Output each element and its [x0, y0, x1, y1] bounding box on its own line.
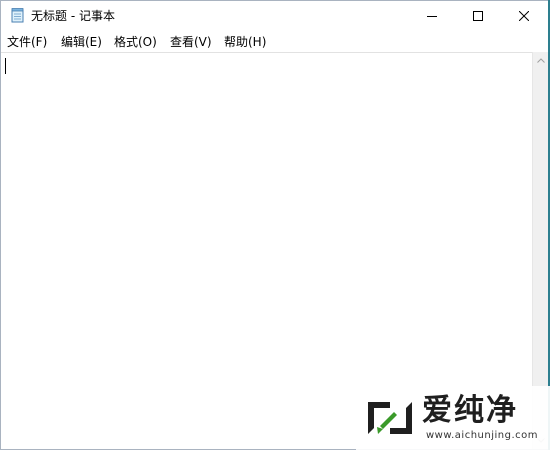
watermark-logo: 爱纯净 www.aichunjing.com [356, 386, 550, 450]
watermark-text: 爱纯净 [422, 393, 518, 428]
text-caret [5, 58, 6, 74]
chevron-up-icon [537, 58, 545, 63]
notepad-window: 无标题 - 记事本 文件(F) 编辑(E) 格式(O) 查看(V) 帮助(H) [0, 0, 550, 450]
maximize-button[interactable] [455, 1, 501, 31]
menu-file[interactable]: 文件(F) [7, 34, 47, 50]
minimize-button[interactable] [409, 1, 455, 31]
title-bar[interactable]: 无标题 - 记事本 [1, 1, 549, 31]
close-button[interactable] [501, 1, 547, 31]
menu-bar: 文件(F) 编辑(E) 格式(O) 查看(V) 帮助(H) [1, 31, 549, 52]
menu-edit[interactable]: 编辑(E) [61, 34, 102, 50]
close-icon [519, 11, 529, 21]
window-title: 无标题 - 记事本 [31, 9, 115, 23]
minimize-icon [427, 16, 437, 17]
watermark-url: www.aichunjing.com [426, 430, 538, 441]
maximize-icon [473, 11, 483, 21]
aichunjing-logo-icon [368, 402, 412, 434]
notepad-icon [11, 8, 24, 23]
menu-help[interactable]: 帮助(H) [224, 34, 266, 50]
scroll-up-button[interactable] [533, 52, 549, 69]
menu-format[interactable]: 格式(O) [114, 34, 157, 50]
menu-view[interactable]: 查看(V) [170, 34, 212, 50]
